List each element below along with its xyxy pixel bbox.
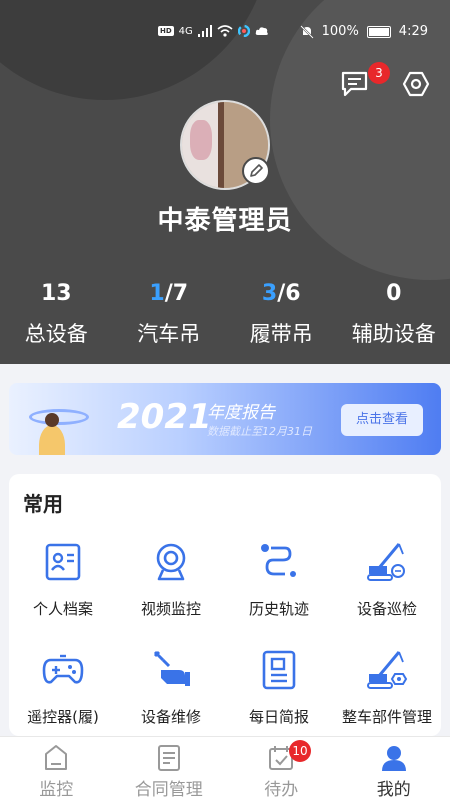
message-button[interactable] [340, 70, 370, 98]
stat-label: 履带吊 [249, 322, 313, 346]
stat-label: 总设备 [24, 322, 88, 346]
network-type: 4G [178, 25, 193, 37]
monitor-icon [45, 745, 68, 770]
grid-item-video[interactable]: 视频监控 [117, 540, 225, 619]
grid-item-profile[interactable]: 个人档案 [9, 540, 117, 619]
clock: 4:29 [398, 24, 428, 39]
status-icons-left: HD 4G [158, 25, 269, 37]
user-icon [381, 746, 406, 771]
stat-truck-crane[interactable]: 1/7 汽车吊 [113, 278, 226, 348]
signal-icon [197, 25, 212, 37]
settings-hexagon-icon [402, 71, 430, 97]
repair-hand-icon [153, 650, 190, 686]
crane-inspection-icon [367, 543, 405, 581]
profile-header: HD 4G 100% 4:29 3 中泰管理员 13 总设备 1/7 汽车吊 3… [0, 0, 450, 364]
stat-online-count: 3 [261, 281, 278, 306]
crane-parts-icon [367, 651, 408, 689]
stat-count: /6 [277, 281, 301, 306]
tab-mine[interactable]: 我的 [338, 737, 450, 800]
contract-icon [157, 745, 180, 771]
profile-card-icon [45, 543, 81, 581]
daily-report-icon [262, 650, 296, 690]
mute-bell-icon [299, 24, 314, 39]
tab-label: 合同管理 [134, 780, 203, 800]
common-functions-card: 常用 个人档案 视频监控 历史轨迹 设备巡检 遥控器(履) 设备维修 每日简报 … [9, 474, 441, 736]
tab-label: 我的 [376, 780, 411, 800]
stat-count: 0 [386, 281, 402, 306]
tab-monitor[interactable]: 监控 [0, 737, 113, 800]
tab-todo[interactable]: 10 待办 [225, 737, 338, 800]
grid-item-daily-report[interactable]: 每日简报 [225, 648, 333, 727]
gamepad-icon [42, 654, 84, 684]
message-icon [341, 71, 368, 97]
device-stats: 13 总设备 1/7 汽车吊 3/6 履带吊 0 辅助设备 [0, 278, 450, 348]
banner-title: 年度报告 [207, 403, 275, 423]
banner-subtitle: 数据截止至12月31日 [207, 425, 312, 438]
stat-auxiliary[interactable]: 0 辅助设备 [338, 278, 450, 348]
stat-label: 辅助设备 [351, 322, 436, 346]
battery-percent: 100% [321, 24, 359, 39]
pencil-icon [250, 164, 263, 177]
webcam-icon [156, 543, 186, 581]
view-report-button[interactable]: 点击查看 [341, 404, 423, 436]
hd-icon: HD [158, 26, 174, 36]
grid-item-label: 个人档案 [32, 600, 93, 618]
tab-label: 待办 [264, 780, 299, 800]
username: 中泰管理员 [157, 206, 293, 236]
banner-illustration [39, 425, 65, 455]
stat-total-devices[interactable]: 13 总设备 [0, 278, 113, 348]
grid-item-label: 每日简报 [248, 708, 309, 726]
settings-button[interactable] [402, 70, 430, 98]
banner-illustration [45, 413, 59, 427]
annual-report-banner[interactable]: 2021 年度报告 数据截止至12月31日 点击查看 [9, 383, 441, 455]
grid-item-repair[interactable]: 设备维修 [117, 648, 225, 727]
grid-item-label: 整车部件管理 [341, 708, 432, 726]
banner-illustration [29, 409, 89, 425]
banner-year: 2021 [117, 397, 212, 437]
grid-item-label: 视频监控 [140, 600, 201, 618]
tab-label: 监控 [39, 780, 74, 800]
stat-crawler-crane[interactable]: 3/6 履带吊 [225, 278, 338, 348]
status-bar: HD 4G 100% 4:29 [0, 0, 450, 66]
status-icons-right: 100% 4:29 [299, 24, 428, 39]
track-path-icon [261, 544, 296, 577]
grid-item-parts[interactable]: 整车部件管理 [333, 648, 441, 727]
edit-avatar-button[interactable] [242, 157, 270, 185]
grid-item-label: 设备巡检 [356, 600, 417, 618]
stat-count: 13 [40, 281, 72, 306]
grid-item-remote[interactable]: 遥控器(履) [9, 648, 117, 727]
grid-item-inspection[interactable]: 设备巡检 [333, 540, 441, 619]
tab-contract[interactable]: 合同管理 [113, 737, 226, 800]
bottom-tab-bar: 监控 合同管理 10 待办 我的 [0, 736, 450, 800]
stat-online-count: 1 [149, 281, 165, 306]
grid-item-label: 遥控器(履) [27, 708, 99, 726]
stat-label: 汽车吊 [137, 322, 201, 346]
app-notification-icon [237, 25, 250, 37]
grid-item-label: 历史轨迹 [248, 600, 309, 618]
section-title: 常用 [23, 492, 63, 516]
grid-item-label: 设备维修 [140, 708, 201, 726]
grid-item-history[interactable]: 历史轨迹 [225, 540, 333, 619]
stat-count: /7 [164, 281, 189, 306]
cloud-icon [255, 27, 268, 35]
battery-icon [366, 25, 391, 38]
todo-badge: 10 [289, 740, 311, 762]
wifi-icon [217, 25, 233, 37]
message-badge: 3 [368, 62, 390, 84]
